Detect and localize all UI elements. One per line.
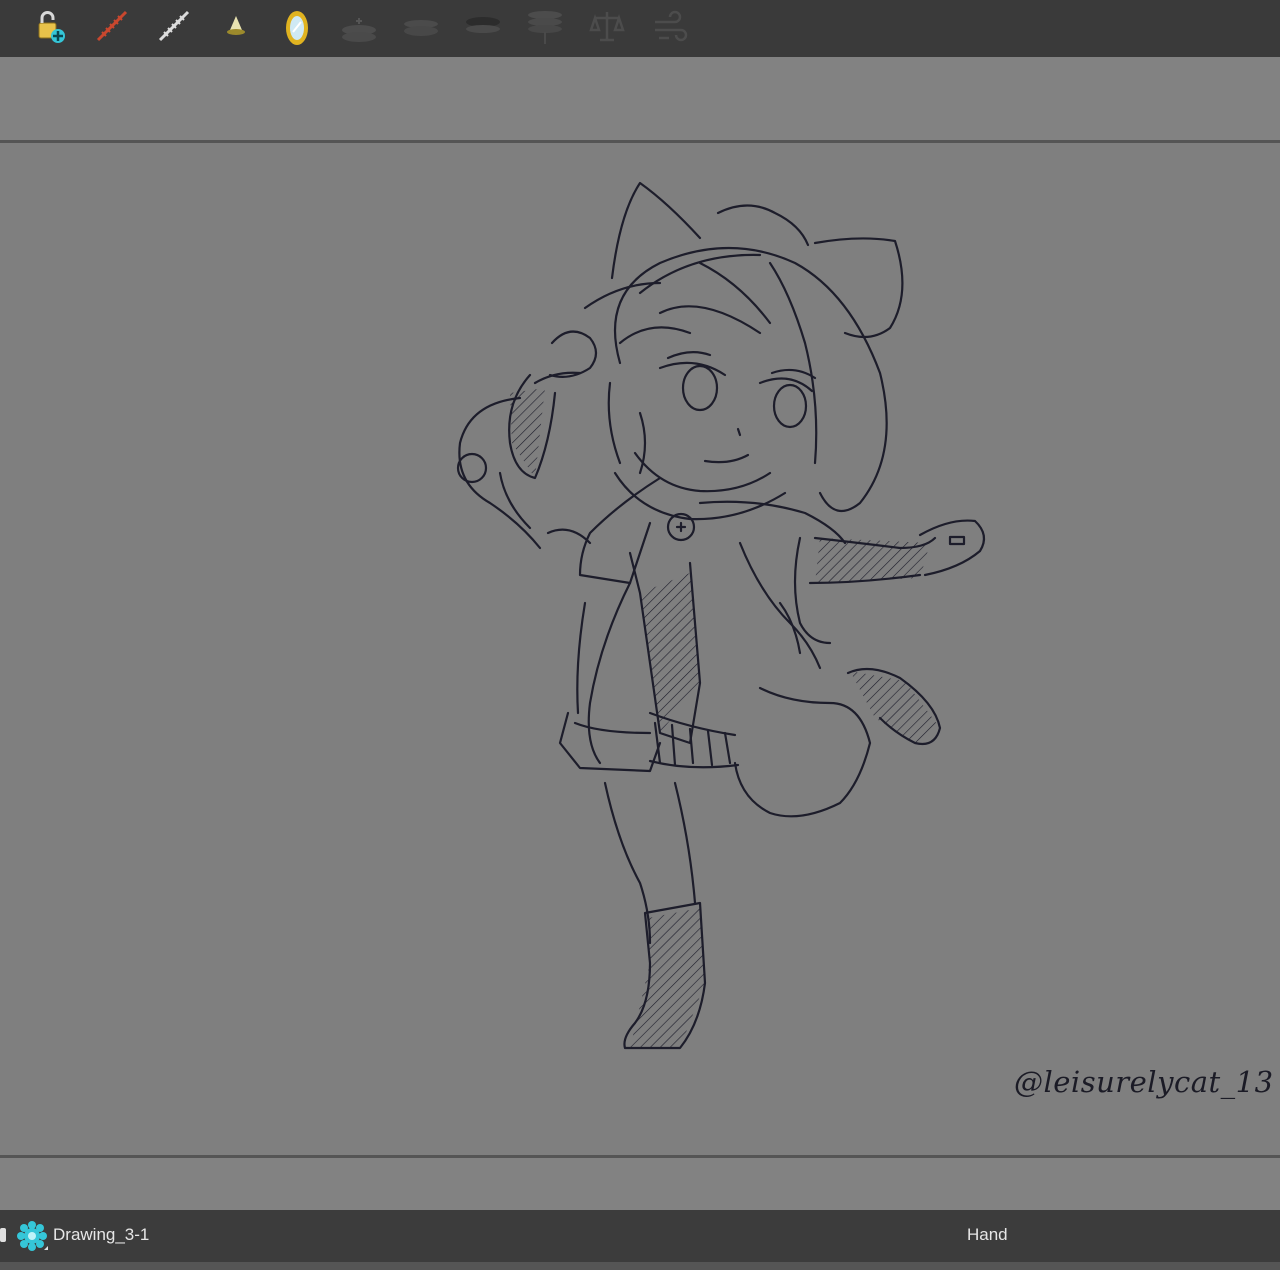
layer-stack-flat-icon[interactable] [399, 4, 443, 48]
mirror-icon[interactable] [275, 4, 319, 48]
layer-stack-add-icon[interactable] [337, 4, 381, 48]
drawing-name-label: Drawing_3-1 [53, 1225, 150, 1244]
canvas-bottom-margin [0, 1158, 1280, 1210]
drawing-layer-icon[interactable] [16, 1220, 50, 1252]
layer-stack-dark-icon[interactable] [461, 4, 505, 48]
character-sketch [456, 181, 986, 1050]
lamp-icon[interactable] [214, 4, 258, 48]
canvas-top-margin [0, 57, 1280, 140]
toolbar [0, 0, 1280, 57]
artist-signature: @leisurelycat_13 [1014, 1065, 1274, 1099]
current-tool-label: Hand [967, 1225, 1008, 1244]
status-bar-border [0, 1262, 1280, 1270]
red-ruler-icon[interactable] [90, 4, 134, 48]
gear-icon[interactable] [0, 1224, 8, 1246]
wind-icon[interactable] [647, 4, 691, 48]
status-bar: Drawing_3-1 Hand [0, 1210, 1280, 1262]
lock-add-icon[interactable] [28, 4, 72, 48]
balance-icon[interactable] [585, 4, 629, 48]
drawing-canvas[interactable]: @leisurelycat_13 [0, 143, 1280, 1155]
layer-stack-pin-icon[interactable] [523, 4, 567, 48]
white-ruler-icon[interactable] [152, 4, 196, 48]
